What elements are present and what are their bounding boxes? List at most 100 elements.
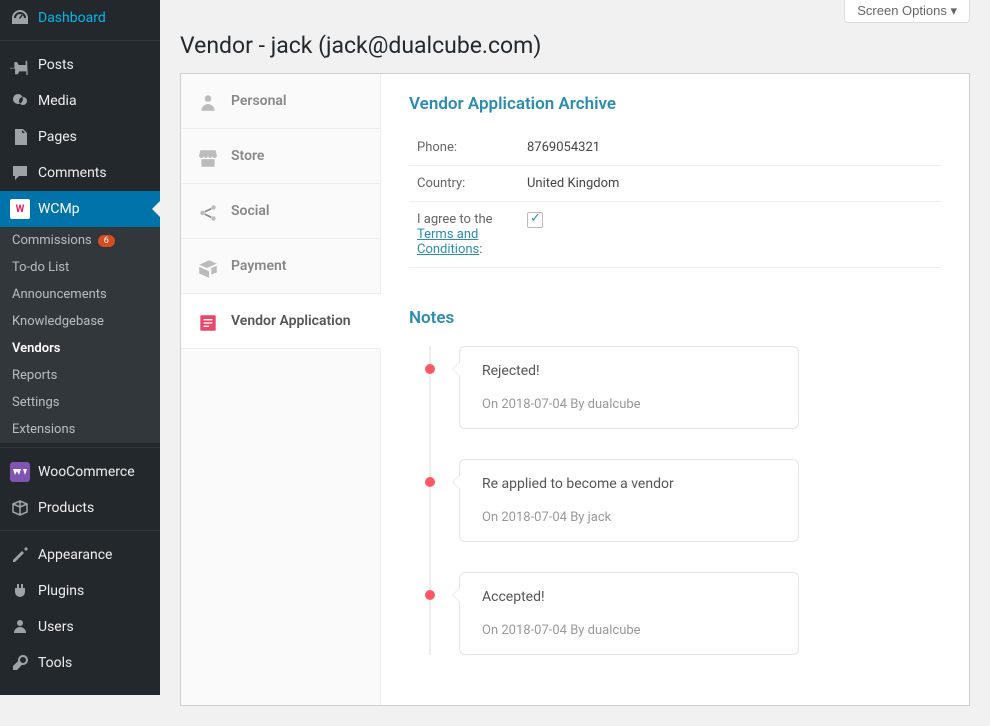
note-text: Re applied to become a vendor [482, 476, 776, 492]
sidebar-item-pages[interactable]: Pages [0, 119, 160, 155]
sidebar-label: Dashboard [38, 10, 106, 26]
row-country: Country: United Kingdom [409, 166, 941, 202]
note-card: Accepted! On 2018-07-04 By dualcube [459, 572, 799, 655]
screen-options-button[interactable]: Screen Options ▾ [844, 0, 970, 23]
timeline-dot-icon [425, 477, 435, 487]
sidebar-item-wcmp[interactable]: W WCMp [0, 191, 160, 227]
sidebar-label: Posts [38, 57, 74, 73]
note-meta: On 2018-07-04 By dualcube [482, 623, 776, 638]
person-icon [197, 92, 219, 110]
note-item: Rejected! On 2018-07-04 By dualcube [429, 346, 941, 429]
sidebar-label: Users [38, 619, 74, 635]
sidebar-item-products[interactable]: Products [0, 490, 160, 526]
payment-icon [197, 257, 219, 275]
panel-content: Vendor Application Archive Phone: 876905… [381, 74, 969, 705]
note-card: Rejected! On 2018-07-04 By dualcube [459, 346, 799, 429]
sidebar-label: Pages [38, 129, 77, 145]
tab-social[interactable]: Social [181, 184, 380, 239]
user-icon [10, 617, 30, 637]
tab-payment[interactable]: Payment [181, 239, 380, 294]
page-icon [10, 127, 30, 147]
timeline-dot-icon [425, 364, 435, 374]
row-phone: Phone: 8769054321 [409, 130, 941, 166]
main-content: Screen Options ▾ Vendor - jack (jack@dua… [160, 0, 990, 726]
submenu-item-extensions[interactable]: Extensions [0, 416, 160, 443]
submenu-label: Knowledgebase [12, 314, 104, 329]
wcmp-submenu: Commissions 6 To-do List Announcements K… [0, 227, 160, 443]
sidebar-separator [0, 526, 160, 531]
sidebar-label: Products [38, 500, 94, 516]
tab-label: Store [231, 148, 264, 164]
admin-sidebar: Dashboard Posts Media Pages Comments W W… [0, 0, 160, 695]
country-value: United Kingdom [519, 166, 941, 202]
submenu-item-settings[interactable]: Settings [0, 389, 160, 416]
tab-personal[interactable]: Personal [181, 74, 380, 129]
submenu-item-reports[interactable]: Reports [0, 362, 160, 389]
country-label: Country: [409, 166, 519, 202]
sidebar-label: Comments [38, 165, 107, 181]
note-meta: On 2018-07-04 By dualcube [482, 397, 776, 412]
sidebar-label: Tools [38, 655, 72, 671]
sidebar-label: WooCommerce [38, 464, 135, 480]
sidebar-item-dashboard[interactable]: Dashboard [0, 0, 160, 36]
submenu-item-todo[interactable]: To-do List [0, 254, 160, 281]
product-icon [10, 498, 30, 518]
wcmp-icon: W [10, 199, 30, 219]
submenu-label: Settings [12, 395, 59, 410]
row-terms: I agree to the Terms and Conditions: [409, 202, 941, 268]
terms-value [519, 202, 941, 268]
notes-title: Notes [409, 308, 941, 328]
media-icon [10, 91, 30, 111]
vendor-panel: Personal Store Social Payment Vendor App… [180, 73, 970, 706]
sidebar-separator [0, 36, 160, 41]
vertical-tabs: Personal Store Social Payment Vendor App… [181, 74, 381, 705]
plugin-icon [10, 581, 30, 601]
sidebar-item-tools[interactable]: Tools [0, 645, 160, 681]
archive-title: Vendor Application Archive [409, 94, 941, 114]
sidebar-item-comments[interactable]: Comments [0, 155, 160, 191]
note-card: Re applied to become a vendor On 2018-07… [459, 459, 799, 542]
phone-value: 8769054321 [519, 130, 941, 166]
sidebar-item-posts[interactable]: Posts [0, 47, 160, 83]
social-icon [197, 202, 219, 220]
sidebar-item-plugins[interactable]: Plugins [0, 573, 160, 609]
phone-label: Phone: [409, 130, 519, 166]
sidebar-item-appearance[interactable]: Appearance [0, 537, 160, 573]
terms-suffix: : [479, 242, 482, 257]
tab-label: Payment [231, 258, 287, 274]
sidebar-item-media[interactable]: Media [0, 83, 160, 119]
screen-options-wrap: Screen Options ▾ [180, 0, 970, 23]
sidebar-label: Appearance [38, 547, 112, 563]
application-icon [197, 312, 219, 330]
terms-label: I agree to the Terms and Conditions: [409, 202, 519, 268]
submenu-item-knowledgebase[interactable]: Knowledgebase [0, 308, 160, 335]
store-icon [197, 147, 219, 165]
sidebar-item-users[interactable]: Users [0, 609, 160, 645]
submenu-label: Extensions [12, 422, 75, 437]
appearance-icon [10, 545, 30, 565]
terms-link[interactable]: Terms and Conditions [417, 227, 479, 257]
terms-prefix: I agree to the [417, 212, 493, 227]
submenu-label: Vendors [12, 341, 60, 356]
timeline-dot-icon [425, 590, 435, 600]
tab-store[interactable]: Store [181, 129, 380, 184]
sidebar-separator [0, 443, 160, 448]
submenu-item-vendors[interactable]: Vendors [0, 335, 160, 362]
submenu-item-commissions[interactable]: Commissions 6 [0, 227, 160, 254]
terms-checkbox[interactable] [527, 212, 543, 228]
submenu-label: Commissions [12, 233, 92, 248]
note-text: Accepted! [482, 589, 776, 605]
sidebar-label: Media [38, 93, 77, 109]
submenu-label: To-do List [12, 260, 69, 275]
tab-label: Vendor Application [231, 313, 351, 329]
sidebar-item-woocommerce[interactable]: WooCommerce [0, 454, 160, 490]
note-item: Re applied to become a vendor On 2018-07… [429, 459, 941, 542]
submenu-item-announcements[interactable]: Announcements [0, 281, 160, 308]
note-item: Accepted! On 2018-07-04 By dualcube [429, 572, 941, 655]
note-meta: On 2018-07-04 By jack [482, 510, 776, 525]
comment-icon [10, 163, 30, 183]
dashboard-icon [10, 8, 30, 28]
archive-table: Phone: 8769054321 Country: United Kingdo… [409, 130, 941, 268]
woo-icon [10, 462, 30, 482]
tab-vendor-application[interactable]: Vendor Application [181, 294, 381, 349]
